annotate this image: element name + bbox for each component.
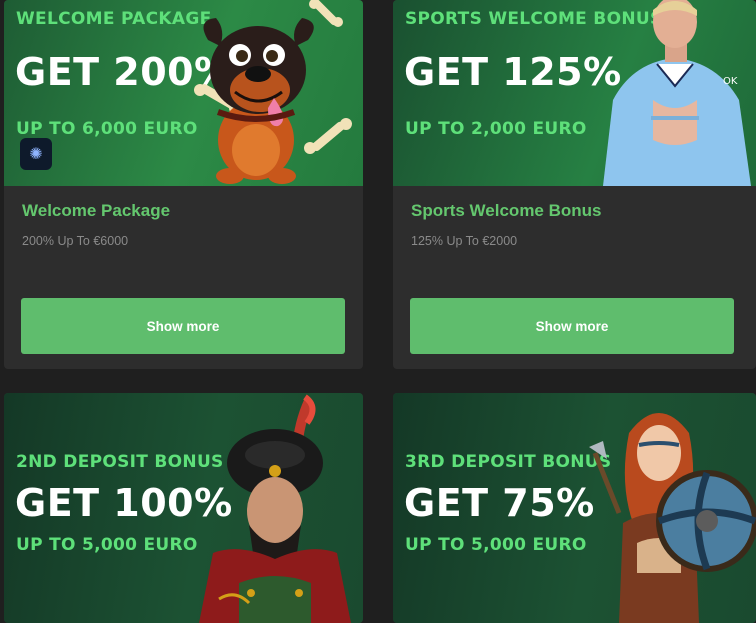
banner-kicker: WELCOME PACKAGE bbox=[16, 9, 212, 29]
banner-subline: UP TO 5,000 EURO bbox=[405, 535, 587, 555]
promo-description: 200% Up To €6000 bbox=[22, 234, 129, 248]
banner-subline: UP TO 6,000 EURO bbox=[16, 119, 198, 139]
promo-banner[interactable]: SPORTS WELCOME BONUS GET 125% UP TO 2,00… bbox=[393, 0, 756, 186]
promo-card-3rd-deposit-bonus[interactable]: 3RD DEPOSIT BONUS GET 75% UP TO 5,000 EU… bbox=[393, 393, 756, 623]
banner-headline: GET 75% bbox=[404, 481, 595, 525]
show-more-button[interactable]: Show more bbox=[410, 298, 734, 354]
promo-title: Sports Welcome Bonus bbox=[411, 201, 602, 220]
promo-title: Welcome Package bbox=[22, 201, 171, 220]
football-player-illustration: OK bbox=[603, 0, 751, 186]
bone-icon bbox=[304, 118, 352, 154]
banner-headline: GET 125% bbox=[404, 50, 622, 94]
promo-card-welcome-package[interactable]: WELCOME PACKAGE GET 200% UP TO 6,000 EUR… bbox=[4, 0, 363, 369]
promo-card-sports-welcome-bonus[interactable]: SPORTS WELCOME BONUS GET 125% UP TO 2,00… bbox=[393, 0, 756, 369]
banner-subline: UP TO 5,000 EURO bbox=[16, 535, 198, 555]
promo-card-2nd-deposit-bonus[interactable]: 2ND DEPOSIT BONUS GET 100% UP TO 5,000 E… bbox=[4, 393, 363, 623]
show-more-button[interactable]: Show more bbox=[21, 298, 345, 354]
banner-kicker: 3RD DEPOSIT BONUS bbox=[405, 452, 612, 472]
viking-warrior-illustration bbox=[589, 413, 756, 623]
promo-banner[interactable]: WELCOME PACKAGE GET 200% UP TO 6,000 EUR… bbox=[4, 0, 363, 186]
banner-subline: UP TO 2,000 EURO bbox=[405, 119, 587, 139]
promo-banner[interactable]: 3RD DEPOSIT BONUS GET 75% UP TO 5,000 EU… bbox=[393, 393, 756, 623]
sultan-character-illustration bbox=[199, 394, 351, 623]
bone-icon bbox=[309, 0, 343, 27]
svg-text:OK: OK bbox=[723, 76, 738, 87]
promo-banner[interactable]: 2ND DEPOSIT BONUS GET 100% UP TO 5,000 E… bbox=[4, 393, 363, 623]
brain-icon: ✺ bbox=[20, 138, 52, 170]
dog-mascot-illustration bbox=[194, 0, 352, 184]
promo-description: 125% Up To €2000 bbox=[411, 234, 518, 248]
